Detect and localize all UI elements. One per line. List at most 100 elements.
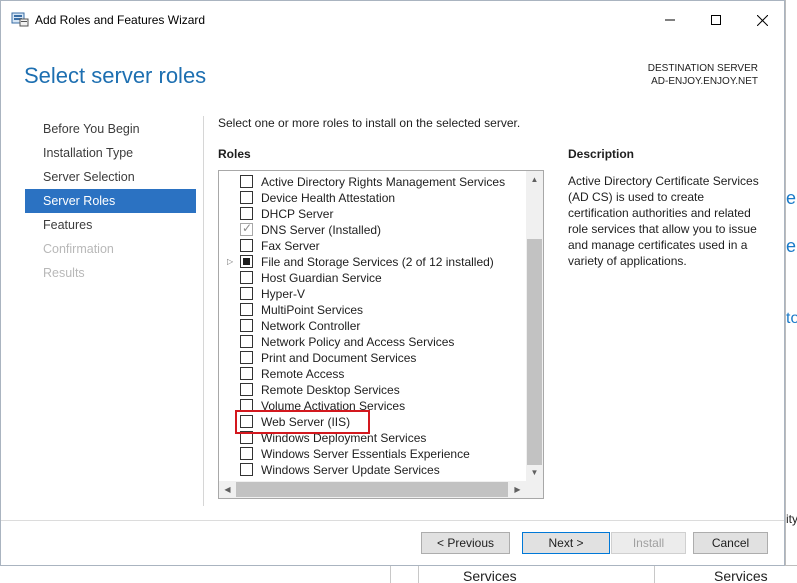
role-checkbox-partial[interactable] — [240, 255, 253, 268]
checkmark-icon: ✓ — [242, 221, 253, 235]
role-item[interactable]: Active Directory Rights Management Servi… — [219, 174, 525, 190]
expand-arrow-icon[interactable]: ▷ — [227, 257, 233, 266]
minimize-button[interactable] — [647, 1, 693, 39]
role-item: ✓ DNS Server (Installed) — [219, 221, 525, 238]
role-checkbox[interactable] — [240, 207, 253, 220]
background-text-fragment: e — [786, 188, 797, 208]
roles-heading: Roles — [218, 147, 251, 161]
role-label: Host Guardian Service — [261, 271, 382, 285]
role-label: Device Health Attestation — [261, 191, 396, 205]
nav-divider — [203, 116, 204, 506]
role-label: Active Directory Rights Management Servi… — [261, 175, 506, 189]
role-checkbox[interactable] — [240, 463, 253, 476]
nav-item-server-selection[interactable]: Server Selection — [25, 165, 196, 189]
role-item[interactable]: Device Health Attestation — [219, 190, 525, 206]
horizontal-scrollbar[interactable]: ◀ ▶ — [219, 481, 526, 498]
role-item[interactable]: Remote Desktop Services — [219, 382, 525, 398]
role-label: Network Policy and Access Services — [261, 335, 455, 349]
role-item[interactable]: DHCP Server — [219, 206, 525, 222]
previous-button[interactable]: < Previous — [421, 532, 510, 554]
role-checkbox[interactable] — [240, 383, 253, 396]
destination-server-info: DESTINATION SERVER AD-ENJOY.ENJOY.NET — [648, 62, 758, 88]
background-services-label: Services — [714, 568, 768, 583]
role-item[interactable]: Print and Document Services — [219, 350, 525, 366]
vertical-scrollbar[interactable]: ▲ ▼ — [526, 171, 543, 481]
nav-item-confirmation: Confirmation — [43, 242, 114, 256]
scroll-up-icon[interactable]: ▲ — [526, 171, 543, 188]
background-window-right — [785, 0, 797, 583]
cancel-button[interactable]: Cancel — [693, 532, 768, 554]
role-checkbox[interactable] — [240, 335, 253, 348]
role-checkbox[interactable] — [240, 287, 253, 300]
nav-item-before-you-begin[interactable]: Before You Begin — [25, 117, 196, 141]
role-label: Windows Server Update Services — [261, 463, 440, 477]
role-item[interactable]: Host Guardian Service — [219, 270, 525, 286]
page-title: Select server roles — [24, 63, 207, 88]
horizontal-scroll-thumb[interactable] — [236, 482, 508, 497]
background-text-fragment: ity — [786, 512, 797, 526]
description-text: Active Directory Certificate Services (A… — [568, 174, 759, 268]
role-label: Remote Desktop Services — [261, 383, 400, 397]
role-checkbox[interactable] — [240, 367, 253, 380]
role-item[interactable]: Hyper-V — [219, 286, 525, 302]
role-item[interactable]: Windows Server Essentials Experience — [219, 446, 525, 462]
maximize-icon — [711, 15, 721, 25]
install-button: Install — [611, 532, 686, 554]
description-heading: Description — [568, 147, 635, 161]
footer-divider — [1, 520, 784, 521]
role-label: File and Storage Services (2 of 12 insta… — [261, 255, 494, 269]
wizard-nav: Before You Begin Installation Type Serve… — [25, 117, 196, 285]
scroll-left-icon[interactable]: ◀ — [219, 481, 236, 498]
role-item[interactable]: Fax Server — [219, 238, 525, 254]
destination-label: DESTINATION SERVER — [647, 63, 758, 74]
minimize-icon — [665, 19, 675, 21]
role-checkbox[interactable] — [240, 175, 253, 188]
background-services-label: Services — [463, 568, 517, 583]
role-label: DNS Server (Installed) — [261, 223, 382, 237]
role-checkbox[interactable] — [240, 447, 253, 460]
role-checkbox[interactable] — [240, 191, 253, 204]
instruction-text: Select one or more roles to install on t… — [218, 116, 521, 130]
close-button[interactable] — [739, 1, 785, 39]
role-checkbox[interactable] — [240, 319, 253, 332]
background-divider — [418, 566, 419, 583]
role-label: Hyper-V — [261, 287, 306, 301]
roles-list-box: Active Directory Rights Management Servi… — [218, 170, 544, 499]
background-text-fragment: to — [786, 310, 797, 327]
scroll-down-icon[interactable]: ▼ — [526, 464, 543, 481]
background-divider — [390, 566, 391, 583]
role-item[interactable]: Network Policy and Access Services — [219, 334, 525, 350]
partial-check-icon — [243, 258, 250, 265]
server-manager-icon — [11, 12, 29, 27]
next-button[interactable]: Next > — [522, 532, 610, 554]
role-checkbox[interactable] — [240, 303, 253, 316]
nav-item-server-roles[interactable]: Server Roles — [25, 189, 196, 213]
background-text-fragment: e — [786, 236, 797, 256]
nav-item-installation-type[interactable]: Installation Type — [25, 141, 196, 165]
scroll-right-icon[interactable]: ▶ — [509, 481, 526, 498]
vertical-scroll-thumb[interactable] — [527, 239, 542, 465]
role-label: Windows Server Essentials Experience — [261, 447, 470, 461]
role-label: DHCP Server — [261, 207, 334, 221]
nav-item-features[interactable]: Features — [25, 213, 196, 237]
role-label: Remote Access — [261, 367, 345, 381]
close-icon — [756, 14, 768, 26]
role-item[interactable]: ▷ File and Storage Services (2 of 12 inst… — [219, 254, 525, 270]
role-checkbox[interactable] — [240, 351, 253, 364]
role-checkbox[interactable] — [240, 239, 253, 252]
role-checkbox[interactable] — [240, 271, 253, 284]
title-bar[interactable]: Add Roles and Features Wizard — [1, 1, 784, 39]
role-label: Print and Document Services — [261, 351, 417, 365]
role-item[interactable]: Network Controller — [219, 318, 525, 334]
destination-server-name: AD-ENJOY.ENJOY.NET — [651, 76, 758, 87]
add-roles-wizard-window: Add Roles and Features Wizard Select ser… — [0, 0, 785, 566]
background-taskbar-strip: Services Services — [0, 565, 797, 583]
role-item[interactable]: Remote Access — [219, 366, 525, 382]
background-divider — [654, 566, 655, 583]
maximize-button[interactable] — [693, 1, 739, 39]
role-checkbox-installed: ✓ — [240, 221, 253, 236]
role-label: Network Controller — [261, 319, 361, 333]
role-item[interactable]: MultiPoint Services — [219, 302, 525, 318]
role-label: Fax Server — [261, 239, 320, 253]
role-item[interactable]: Windows Server Update Services — [219, 462, 525, 478]
